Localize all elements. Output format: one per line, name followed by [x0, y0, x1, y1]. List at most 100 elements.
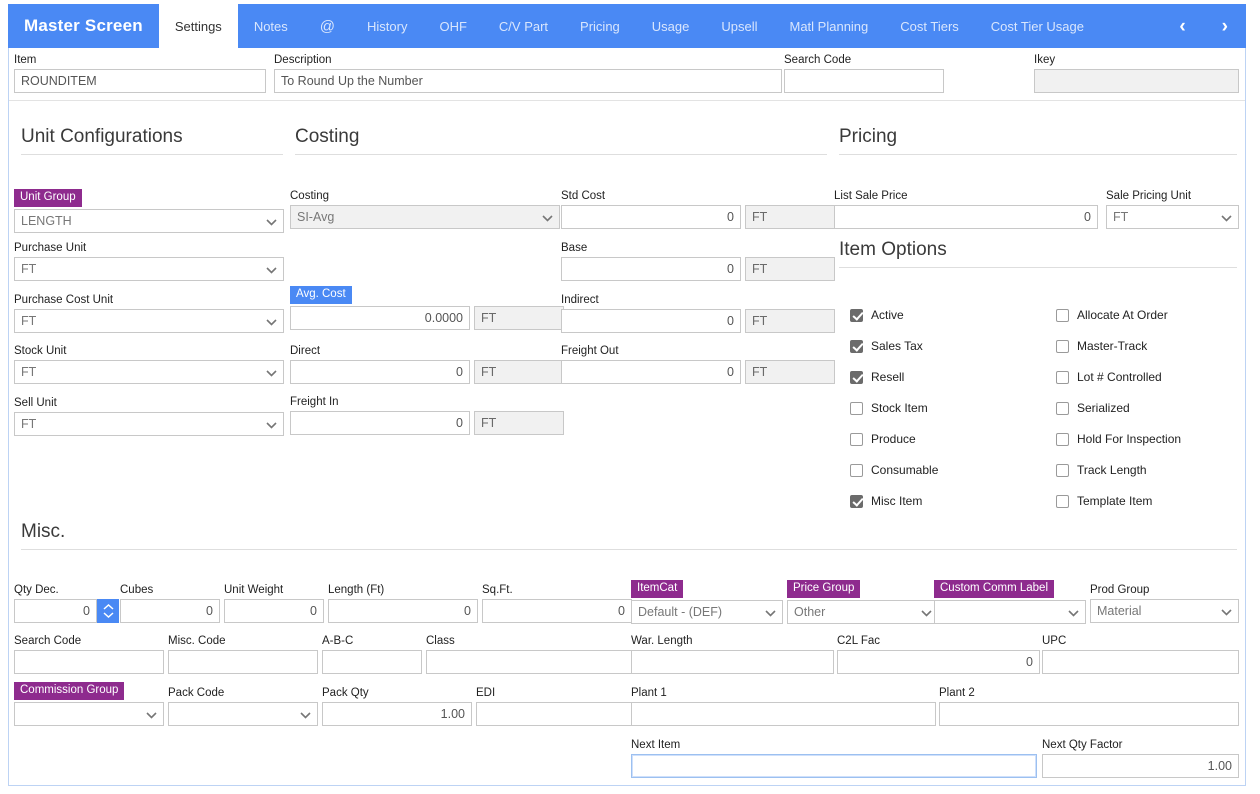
base-input[interactable]: 0 — [561, 257, 741, 281]
checkbox-serialized[interactable]: Serialized — [1056, 401, 1130, 415]
tab-ohf[interactable]: OHF — [423, 4, 482, 48]
tab-cost-tiers[interactable]: Cost Tiers — [884, 4, 975, 48]
checkbox-track-length[interactable]: Track Length — [1056, 463, 1147, 477]
tab-at-mentions[interactable]: @ — [304, 4, 351, 48]
stock-unit-select[interactable]: FT — [14, 360, 284, 384]
length-ft-field: Length (Ft) 0 — [328, 583, 478, 623]
length-ft-label: Length (Ft) — [328, 583, 478, 597]
search-code-input[interactable] — [784, 69, 944, 93]
next-qty-factor-input[interactable]: 1.00 — [1042, 754, 1239, 778]
plant1-input[interactable] — [631, 702, 936, 726]
std-cost-input[interactable]: 0 — [561, 205, 741, 229]
c2l-fac-input[interactable]: 0 — [837, 650, 1040, 674]
tab-matl-planning[interactable]: Matl Planning — [774, 4, 885, 48]
pack-code-select[interactable] — [168, 702, 318, 726]
checkbox-stock-item[interactable]: Stock Item — [850, 401, 928, 415]
description-input[interactable]: To Round Up the Number — [274, 69, 782, 93]
cubes-label: Cubes — [120, 583, 220, 597]
cubes-input[interactable]: 0 — [120, 599, 220, 623]
misc-code-input[interactable] — [168, 650, 318, 674]
ikey-field: Ikey — [1034, 53, 1239, 93]
checkbox-box[interactable] — [1056, 371, 1069, 384]
tab-history[interactable]: History — [351, 4, 423, 48]
pack-qty-input[interactable]: 1.00 — [322, 702, 472, 726]
edi-input[interactable] — [476, 702, 632, 726]
tab-settings[interactable]: Settings — [159, 4, 238, 48]
plant2-input[interactable] — [939, 702, 1239, 726]
checkbox-lot-controlled[interactable]: Lot # Controlled — [1056, 370, 1162, 384]
chevron-left-icon[interactable]: ‹ — [1161, 17, 1203, 36]
checkbox-box[interactable] — [1056, 340, 1069, 353]
costing-method-select[interactable]: SI-Avg — [290, 205, 560, 229]
indirect-field: Indirect 0 FT — [561, 293, 835, 333]
freight-in-input[interactable]: 0 — [290, 411, 470, 435]
commission-group-select[interactable] — [14, 702, 164, 726]
divider — [21, 154, 283, 155]
checkbox-box[interactable] — [1056, 402, 1069, 415]
tab-cv-part[interactable]: C/V Part — [483, 4, 564, 48]
pricing-heading: Pricing — [839, 126, 1237, 155]
checkbox-box[interactable] — [850, 495, 863, 508]
freight-out-input[interactable]: 0 — [561, 360, 741, 384]
qty-dec-stepper[interactable] — [97, 599, 119, 623]
checkbox-active[interactable]: Active — [850, 308, 904, 322]
checkbox-box[interactable] — [850, 464, 863, 477]
tab-usage[interactable]: Usage — [636, 4, 706, 48]
sale-pricing-unit-select[interactable]: FT — [1106, 205, 1239, 229]
checkbox-box[interactable] — [850, 340, 863, 353]
checkbox-box[interactable] — [1056, 464, 1069, 477]
checkbox-box[interactable] — [1056, 433, 1069, 446]
abc-input[interactable] — [322, 650, 422, 674]
sqft-input[interactable]: 0 — [482, 599, 632, 623]
itemcat-select[interactable]: Default - (DEF) — [631, 600, 783, 624]
tab-notes[interactable]: Notes — [238, 4, 304, 48]
custom-comm-label-select[interactable] — [934, 600, 1086, 624]
sell-unit-select[interactable]: FT — [14, 412, 284, 436]
item-input[interactable]: ROUNDITEM — [14, 69, 266, 93]
next-item-input[interactable] — [631, 754, 1037, 778]
class-input[interactable] — [426, 650, 632, 674]
checkbox-produce[interactable]: Produce — [850, 432, 916, 446]
chevron-right-icon[interactable]: › — [1204, 17, 1246, 36]
checkbox-allocate-at-order[interactable]: Allocate At Order — [1056, 308, 1168, 322]
checkbox-template-item[interactable]: Template Item — [1056, 494, 1152, 508]
app-title: Master Screen — [8, 4, 159, 48]
c2l-fac-label: C2L Fac — [837, 634, 1040, 648]
checkbox-box[interactable] — [1056, 309, 1069, 322]
checkbox-misc-item[interactable]: Misc Item — [850, 494, 922, 508]
purchase-unit-select[interactable]: FT — [14, 257, 284, 281]
prod-group-select[interactable]: Material — [1090, 599, 1239, 623]
checkbox-box[interactable] — [850, 371, 863, 384]
indirect-input[interactable]: 0 — [561, 309, 741, 333]
tab-cost-tier-usage[interactable]: Cost Tier Usage — [975, 4, 1100, 48]
checkbox-box[interactable] — [1056, 495, 1069, 508]
tab-upsell[interactable]: Upsell — [705, 4, 773, 48]
war-length-input[interactable] — [631, 650, 834, 674]
checkbox-box[interactable] — [850, 309, 863, 322]
chevron-down-icon — [266, 310, 277, 333]
direct-input[interactable]: 0 — [290, 360, 470, 384]
price-group-badge: Price Group — [787, 580, 860, 598]
misc-search-code-input[interactable] — [14, 650, 164, 674]
price-group-select[interactable]: Other — [787, 600, 939, 624]
unit-group-select[interactable]: LENGTH — [14, 209, 284, 233]
checkbox-label: Resell — [871, 370, 904, 384]
length-ft-input[interactable]: 0 — [328, 599, 478, 623]
checkbox-consumable[interactable]: Consumable — [850, 463, 938, 477]
avg-cost-input[interactable]: 0.0000 — [290, 306, 470, 330]
tab-pricing[interactable]: Pricing — [564, 4, 636, 48]
checkbox-box[interactable] — [850, 402, 863, 415]
checkbox-box[interactable] — [850, 433, 863, 446]
checkbox-resell[interactable]: Resell — [850, 370, 904, 384]
checkbox-master-track[interactable]: Master-Track — [1056, 339, 1147, 353]
checkbox-sales-tax[interactable]: Sales Tax — [850, 339, 923, 353]
next-item-field: Next Item — [631, 738, 1037, 778]
list-sale-price-input[interactable]: 0 — [834, 205, 1098, 229]
upc-input[interactable] — [1042, 650, 1239, 674]
checkbox-hold-for-inspection[interactable]: Hold For Inspection — [1056, 432, 1181, 446]
purchase-cost-unit-select[interactable]: FT — [14, 309, 284, 333]
costing-method-value: SI-Avg — [297, 210, 334, 224]
unit-weight-input[interactable]: 0 — [224, 599, 324, 623]
qty-dec-input[interactable]: 0 — [14, 599, 97, 623]
plant1-field: Plant 1 — [631, 686, 936, 726]
